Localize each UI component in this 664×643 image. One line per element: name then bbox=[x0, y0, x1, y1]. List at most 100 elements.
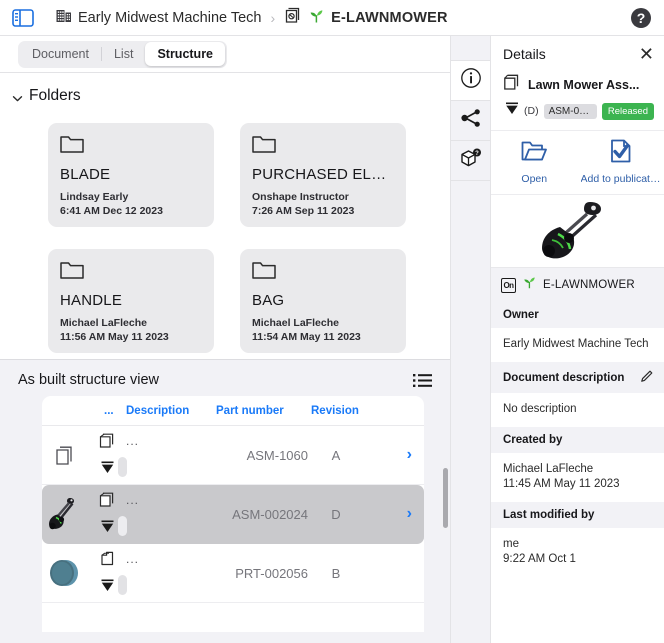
col-part-number[interactable]: Part number bbox=[216, 405, 311, 417]
row-dots[interactable]: ... bbox=[126, 552, 146, 566]
breadcrumb-separator: › bbox=[270, 9, 276, 26]
tool-rail: ? bbox=[450, 36, 491, 643]
folder-card-handle[interactable]: HANDLE Michael LaFleche 11:56 AM May 11 … bbox=[48, 249, 214, 353]
details-title: Details bbox=[503, 46, 546, 62]
document-stack-icon bbox=[284, 7, 302, 28]
col-description[interactable]: Description bbox=[126, 405, 216, 417]
revision-triangle-icon bbox=[100, 520, 115, 538]
breadcrumb-company[interactable]: Early Midwest Machine Tech bbox=[78, 10, 261, 26]
folder-name: HANDLE bbox=[60, 292, 123, 309]
owner-heading-label: Owner bbox=[503, 309, 539, 321]
details-revision-label: (D) bbox=[524, 105, 539, 117]
last-modified-by-heading-label: Last modified by bbox=[503, 509, 595, 521]
assembly-icon bbox=[503, 73, 521, 96]
row-dots[interactable]: ... bbox=[126, 434, 146, 448]
rail-item-cube-help[interactable]: ? bbox=[451, 141, 491, 181]
folder-timestamp: 11:54 AM May 11 2023 bbox=[252, 330, 361, 343]
folder-author: Michael LaFleche bbox=[252, 317, 339, 329]
details-header: Details ✕ bbox=[491, 36, 664, 70]
section-heading-created-by: Created by bbox=[491, 427, 664, 453]
folder-grid: BLADE Lindsay Early 6:41 AM Dec 12 2023 … bbox=[48, 123, 450, 353]
building-icon bbox=[56, 8, 72, 27]
table-row[interactable]: ... ASM-002024 D › bbox=[42, 485, 424, 544]
tab-strip: Document List Structure bbox=[0, 36, 450, 73]
details-actions: Open Add to publicati... bbox=[491, 130, 664, 195]
section-body-owner: Early Midwest Machine Tech bbox=[503, 338, 649, 350]
chevron-right-icon[interactable]: › bbox=[407, 446, 412, 464]
col-dots[interactable]: ... bbox=[104, 405, 126, 417]
list-view-icon[interactable] bbox=[413, 373, 432, 388]
section-heading-document-description: Document description bbox=[491, 362, 664, 393]
rail-item-info[interactable] bbox=[451, 61, 491, 101]
as-built-structure-view: As built structure view ... Description … bbox=[0, 359, 450, 643]
structure-table: ... Description Part number Revision ...… bbox=[42, 396, 424, 632]
col-revision[interactable]: Revision bbox=[311, 405, 381, 417]
tab-document[interactable]: Document bbox=[20, 42, 101, 66]
section-body-created-by: Michael LaFleche 11:45 AM May 11 2023 bbox=[503, 463, 620, 490]
row-dots[interactable]: ... bbox=[126, 493, 146, 507]
add-to-publication-label: Add to publicati... bbox=[580, 173, 662, 185]
row-progress-pill bbox=[118, 457, 127, 477]
structure-view-header: As built structure view bbox=[0, 360, 450, 396]
sprout-icon bbox=[308, 8, 325, 28]
row-revision: A bbox=[331, 447, 341, 463]
section-body-last-modified-by: me 9:22 AM Oct 1 bbox=[503, 538, 576, 565]
details-part-number: ASM-002... bbox=[543, 103, 597, 119]
details-panel: Details ✕ Lawn Mower Ass... (D) ASM-002.… bbox=[490, 36, 664, 643]
tab-structure[interactable]: Structure bbox=[145, 42, 226, 66]
folders-title: Folders bbox=[29, 87, 81, 104]
details-item-row: Lawn Mower Ass... bbox=[491, 70, 664, 98]
rail-item-share[interactable] bbox=[451, 101, 491, 141]
chevron-down-icon[interactable] bbox=[12, 91, 23, 102]
add-to-publication-icon bbox=[608, 139, 634, 168]
folder-timestamp: 7:26 AM Sep 11 2023 bbox=[252, 204, 355, 217]
folder-name: PURCHASED ELEC... bbox=[252, 166, 394, 183]
close-icon[interactable]: ✕ bbox=[639, 45, 654, 63]
structure-view-title: As built structure view bbox=[18, 372, 160, 388]
created-by-heading-label: Created by bbox=[503, 434, 563, 446]
table-row[interactable]: ... PRT-002056 B bbox=[42, 544, 424, 603]
info-icon bbox=[460, 67, 482, 94]
folder-name: BAG bbox=[252, 292, 285, 309]
details-document-row[interactable]: On E-LAWNMOWER bbox=[491, 267, 664, 302]
folder-timestamp: 6:41 AM Dec 12 2023 bbox=[60, 204, 163, 217]
section-heading-last-modified-by: Last modified by bbox=[491, 502, 664, 528]
folder-icon bbox=[60, 135, 84, 154]
assembly-icon bbox=[99, 432, 116, 454]
row-progress-pill bbox=[118, 575, 127, 595]
tab-list[interactable]: List bbox=[102, 42, 145, 66]
folder-card-purchased-elec[interactable]: PURCHASED ELEC... Onshape Instructor 7:2… bbox=[240, 123, 406, 227]
sidebar-toggle-icon[interactable] bbox=[10, 7, 36, 29]
disc-part-thumbnail bbox=[42, 555, 88, 591]
folder-author: Lindsay Early bbox=[60, 191, 129, 203]
folders-section-header[interactable]: Folders bbox=[12, 87, 450, 105]
table-row[interactable]: ... ASM-1060 A › bbox=[42, 426, 424, 485]
share-icon bbox=[460, 108, 482, 133]
row-progress-pill bbox=[118, 516, 127, 536]
chevron-right-icon[interactable]: › bbox=[407, 505, 412, 523]
sprout-icon bbox=[522, 275, 537, 295]
top-bar: Early Midwest Machine Tech › E-LAWNMOWER bbox=[0, 0, 664, 36]
rail-spacer bbox=[451, 36, 490, 61]
folder-card-blade[interactable]: BLADE Lindsay Early 6:41 AM Dec 12 2023 bbox=[48, 123, 214, 227]
row-revision: B bbox=[331, 565, 341, 581]
folders-pane: Folders BLADE Lindsay Early 6:41 AM Dec … bbox=[0, 73, 450, 359]
breadcrumb-current: E-LAWNMOWER bbox=[331, 9, 448, 26]
svg-text:?: ? bbox=[475, 151, 479, 157]
open-button[interactable]: Open bbox=[491, 131, 578, 194]
help-circle-icon[interactable]: ? bbox=[630, 7, 652, 29]
structure-scrollbar-thumb[interactable] bbox=[443, 468, 448, 528]
open-button-label: Open bbox=[521, 173, 548, 185]
pencil-icon[interactable] bbox=[640, 369, 654, 386]
details-document-name: E-LAWNMOWER bbox=[543, 279, 635, 291]
folder-author: Michael LaFleche bbox=[60, 317, 147, 329]
breadcrumb: Early Midwest Machine Tech › E-LAWNMOWER bbox=[56, 7, 448, 28]
onshape-badge: On bbox=[501, 277, 516, 293]
view-tabs: Document List Structure bbox=[18, 40, 228, 68]
folder-card-bag[interactable]: BAG Michael LaFleche 11:54 AM May 11 202… bbox=[240, 249, 406, 353]
cube-help-icon: ? bbox=[459, 147, 483, 174]
row-revision: D bbox=[331, 506, 341, 522]
add-to-publication-button[interactable]: Add to publicati... bbox=[578, 131, 664, 194]
svg-text:?: ? bbox=[637, 10, 646, 26]
document-description-heading-label: Document description bbox=[503, 371, 625, 384]
